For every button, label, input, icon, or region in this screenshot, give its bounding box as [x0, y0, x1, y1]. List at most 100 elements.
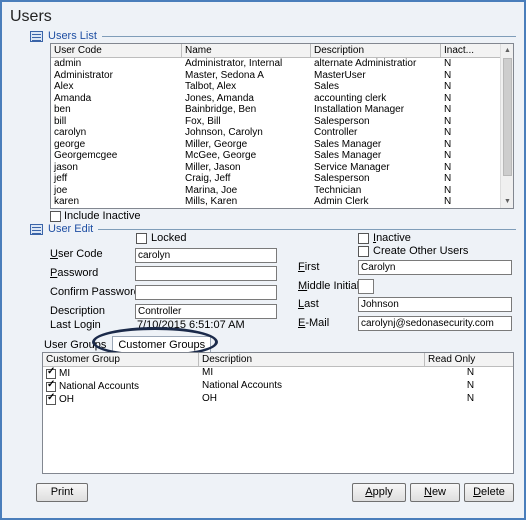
table-row[interactable]: ✓ OH OH N [43, 393, 513, 406]
table-row[interactable]: jason Miller, Jason Service Manager N [51, 162, 513, 174]
table-cell: N [441, 208, 501, 209]
locked-label: Locked [151, 232, 187, 244]
delete-button[interactable]: Delete [464, 483, 514, 502]
table-cell: george [54, 138, 86, 150]
table-cell: N [444, 173, 452, 184]
print-button[interactable]: Print [36, 483, 88, 502]
group-name: National Accounts [59, 380, 140, 392]
table-cell: Technician [314, 184, 362, 196]
customer-groups-grid[interactable]: Customer Group Description Read Only ✓ MI… [42, 352, 514, 474]
divider [101, 35, 516, 37]
table-cell: joe [54, 184, 68, 196]
table-cell: N [466, 393, 475, 404]
table-row[interactable]: ✓ National Accounts National Accounts N [43, 380, 513, 393]
table-row[interactable]: Alex Talbot, Alex Sales N [51, 81, 513, 93]
users-window: Users Users List User Code Name Descript… [0, 0, 526, 520]
table-row[interactable]: Amanda Jones, Amanda accounting clerk N [51, 93, 513, 105]
group-checkbox[interactable]: ✓ [46, 380, 56, 392]
table-cell: N [444, 184, 452, 196]
group-name: MI [59, 367, 71, 379]
table-row[interactable]: markJones, MarkTechnicianN [51, 208, 513, 209]
apply-button[interactable]: Apply [352, 483, 406, 502]
users-list-header: Users List [30, 30, 516, 42]
table-cell: Technician [311, 208, 441, 209]
table-row[interactable]: jeff Craig, Jeff Salesperson N [51, 173, 513, 185]
col-header-customer-group[interactable]: Customer Group [43, 353, 199, 366]
email-input[interactable]: carolynj@sedonasecurity.com [358, 316, 512, 331]
table-row[interactable]: karen Mills, Karen Admin Clerk N [51, 196, 513, 208]
table-row[interactable]: ✓ MI MI N [43, 367, 513, 380]
last-name-input[interactable]: Johnson [358, 297, 512, 312]
table-cell: bill [54, 115, 67, 127]
table-row[interactable]: joe Marina, Joe Technician N [51, 185, 513, 197]
users-grid[interactable]: User Code Name Description Inact... admi… [50, 43, 514, 209]
col-header-user-code[interactable]: User Code [51, 44, 182, 57]
form-icon [30, 223, 43, 235]
table-cell: mark [51, 208, 182, 209]
table-cell: Administrator, Internal [185, 58, 283, 69]
table-row[interactable]: admin Administrator, Internal alternate Ad… [51, 58, 513, 70]
col-header-inactive[interactable]: Inact... [441, 44, 501, 57]
table-cell: ben [54, 104, 71, 115]
description-input[interactable]: Controller [135, 304, 277, 319]
customer-groups-body: ✓ MI MI N ✓ National Accounts National Account… [43, 367, 513, 406]
group-checkbox[interactable]: ✓ [46, 367, 56, 379]
table-cell: Sales Manager [314, 150, 382, 161]
first-name-input[interactable]: Carolyn [358, 260, 512, 275]
create-other-users-checkbox[interactable] [358, 246, 369, 257]
users-grid-body: admin Administrator, Internal alternate Ad… [51, 58, 513, 209]
table-cell: N [444, 104, 452, 115]
table-cell: karen [54, 196, 80, 207]
col-header-name[interactable]: Name [182, 44, 311, 57]
table-row[interactable]: carolyn Johnson, Carolyn Controller N [51, 127, 513, 139]
group-checkbox[interactable]: ✓ [46, 393, 56, 405]
user-code-input[interactable]: carolyn [135, 248, 277, 263]
include-inactive-checkbox[interactable] [50, 211, 61, 222]
table-cell: accounting clerk [314, 92, 387, 104]
check-icon: ✓ [47, 393, 56, 403]
table-row[interactable]: george Miller, George Sales Manager N [51, 139, 513, 151]
table-cell: Fox, Bill [185, 115, 221, 127]
table-cell: N [444, 150, 452, 161]
col-header-description[interactable]: Description [311, 44, 441, 57]
description-label: Description [50, 305, 106, 317]
list-icon [30, 30, 43, 42]
include-inactive-label: Include Inactive [64, 210, 141, 222]
table-cell: Service Manager [314, 161, 390, 173]
table-cell: ✓ MI [43, 367, 199, 380]
inactive-label: Inactive [373, 232, 411, 244]
scroll-down-icon[interactable]: ▼ [501, 195, 513, 208]
table-cell: Miller, George [185, 138, 248, 150]
new-button[interactable]: New [410, 483, 460, 502]
table-cell: Mills, Karen [185, 196, 238, 207]
inactive-checkbox[interactable] [358, 233, 369, 244]
table-row[interactable]: Georgemcgee McGee, George Sales Manager N [51, 150, 513, 162]
confirm-password-input[interactable] [135, 285, 277, 300]
divider [98, 228, 516, 230]
table-cell: Controller [314, 127, 358, 138]
password-input[interactable] [135, 266, 277, 281]
table-row[interactable]: ben Bainbridge, Ben Installation Manager N [51, 104, 513, 116]
table-row[interactable]: Administrator Master, Sedona A MasterUser N [51, 70, 513, 82]
col-header-group-description[interactable]: Description [199, 353, 425, 366]
table-cell: N [444, 58, 452, 69]
scroll-up-icon[interactable]: ▲ [501, 44, 513, 57]
table-cell: National Accounts [202, 380, 283, 391]
table-cell: jeff [54, 173, 68, 184]
col-header-read-only[interactable]: Read Only [425, 353, 513, 366]
user-edit-heading: User Edit [48, 223, 94, 235]
table-cell: Master, Sedona A [185, 69, 264, 81]
table-cell: Jones, Amanda [185, 92, 254, 104]
table-cell: N [466, 380, 475, 391]
users-grid-header: User Code Name Description Inact... [51, 44, 513, 58]
table-cell: OH [202, 393, 217, 404]
table-row[interactable]: bill Fox, Bill Salesperson N [51, 116, 513, 128]
middle-initial-input[interactable] [358, 279, 374, 294]
scroll-thumb[interactable] [503, 58, 512, 176]
first-name-label: First [298, 261, 320, 273]
locked-checkbox[interactable] [136, 233, 147, 244]
users-grid-scrollbar[interactable]: ▲ ▼ [500, 44, 513, 208]
table-cell: ✓ National Accounts [43, 380, 199, 393]
table-cell: Miller, Jason [185, 161, 241, 173]
group-name: OH [59, 393, 74, 405]
